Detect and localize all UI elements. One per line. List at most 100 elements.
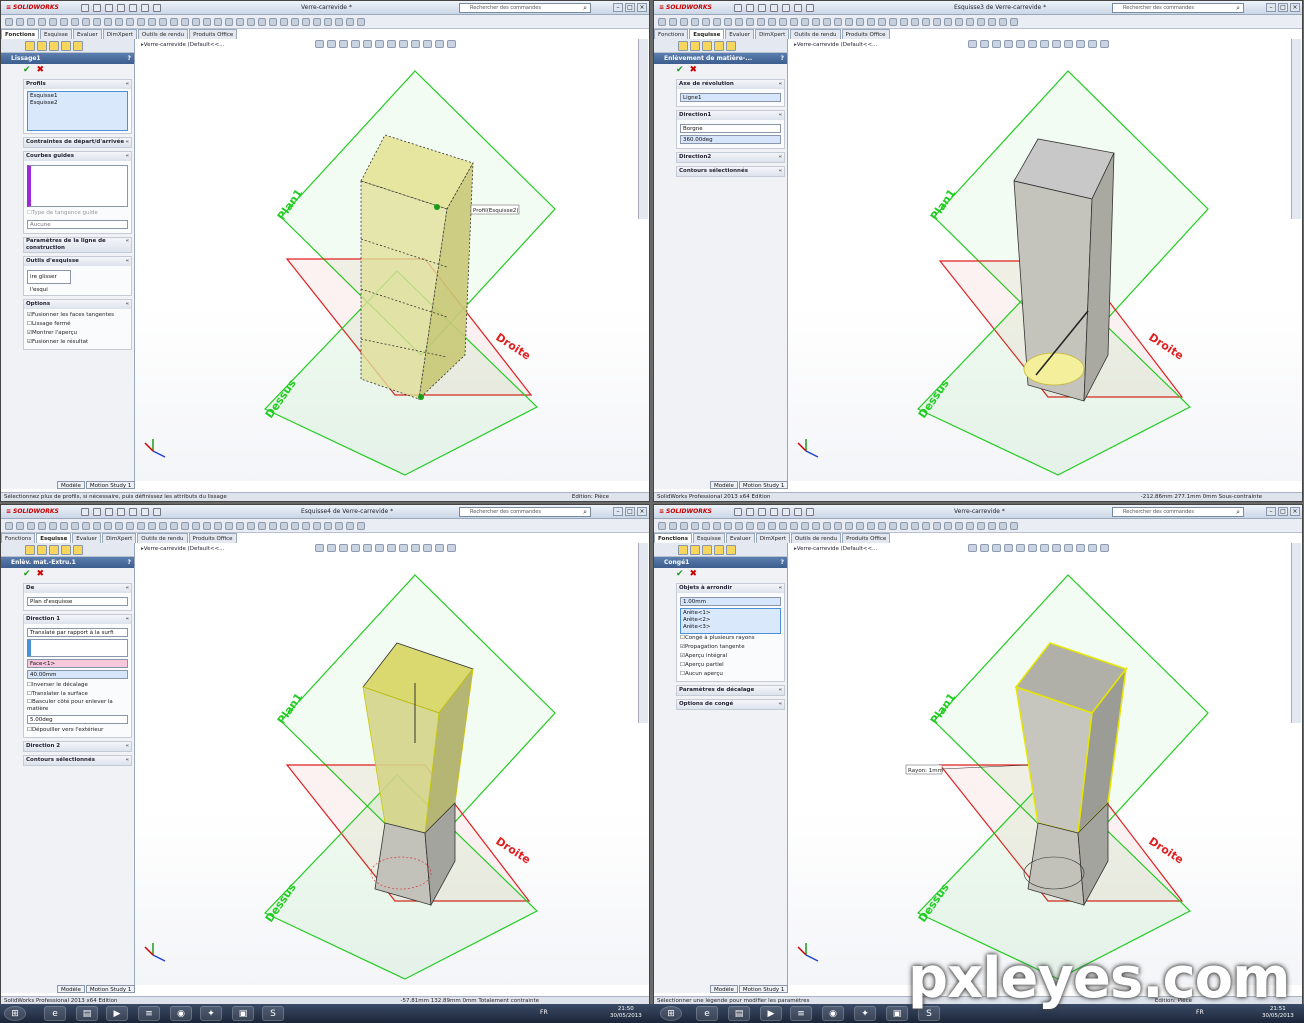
tab-produits-office[interactable]: Produits Office	[188, 533, 237, 543]
cancel-button[interactable]: ✖	[37, 570, 45, 579]
folder-icon[interactable]: ▤	[76, 1006, 98, 1021]
tab-dimxpert[interactable]: DimXpert	[102, 533, 137, 543]
cancel-button[interactable]: ✖	[37, 66, 45, 75]
command-manager[interactable]	[1, 519, 649, 533]
ok-button[interactable]: ✔	[23, 570, 31, 579]
tab-dimxpert[interactable]: DimXpert	[102, 29, 137, 39]
tab-produits-office[interactable]: Produits Office	[842, 533, 891, 543]
app-icon[interactable]: ✦	[854, 1006, 876, 1021]
depth-field[interactable]: 40.00mm	[27, 670, 128, 679]
checkbox-multi-radius[interactable]: Congé à plusieurs rayons	[680, 634, 781, 643]
firefox-icon[interactable]: ◉	[170, 1006, 192, 1021]
start-button[interactable]: ⊞	[4, 1006, 26, 1021]
notepad-icon[interactable]: ≡	[790, 1006, 812, 1021]
radio-apercu-integral[interactable]: Aperçu intégral	[680, 652, 781, 661]
app2-icon[interactable]: ▣	[232, 1006, 254, 1021]
tab-evaluer[interactable]: Evaluer	[725, 533, 755, 543]
notepad-icon[interactable]: ≡	[138, 1006, 160, 1021]
checkbox-depouiller[interactable]: Dépouiller vers l'extérieur	[27, 726, 128, 735]
app2-icon[interactable]: ▣	[886, 1006, 908, 1021]
tab-fonctions[interactable]: Fonctions	[1, 533, 36, 543]
tab-esquisse[interactable]: Esquisse	[689, 29, 725, 39]
ok-button[interactable]: ✔	[676, 66, 684, 75]
cancel-button[interactable]: ✖	[690, 570, 698, 579]
command-manager[interactable]	[654, 519, 1302, 533]
checkbox-apercu[interactable]: Montrer l'aperçu	[27, 329, 128, 338]
window-controls[interactable]: – □ ×	[613, 3, 647, 12]
quick-access-toolbar[interactable]	[734, 4, 894, 12]
end-condition-select[interactable]: Translaté par rapport à la surfi	[27, 628, 128, 637]
tab-fonctions[interactable]: Fonctions	[654, 533, 692, 543]
tab-motion-study[interactable]: Motion Study 1	[738, 985, 789, 993]
feature-manager-tabs[interactable]	[654, 543, 787, 557]
tab-dimxpert[interactable]: DimXpert	[755, 29, 790, 39]
tab-dimxpert[interactable]: DimXpert	[755, 533, 790, 543]
end-condition-select[interactable]: Borgne	[680, 124, 781, 133]
guide-curves-list[interactable]	[27, 165, 128, 207]
task-pane[interactable]	[638, 543, 648, 723]
drag-sketch-button[interactable]: ire glisser l'esqui	[27, 270, 71, 293]
graphics-area[interactable]: Verre-carrevide (Default<<... Plan1 Droi…	[135, 543, 649, 985]
tab-esquisse[interactable]: Esquisse	[692, 533, 725, 543]
tab-evaluer[interactable]: Evaluer	[72, 29, 102, 39]
app-icon[interactable]: ✦	[200, 1006, 222, 1021]
firefox-icon[interactable]: ◉	[822, 1006, 844, 1021]
graphics-area[interactable]: Verre-carrevide (Default<<... Plan1 Droi…	[788, 39, 1302, 481]
tab-outils-rendu[interactable]: Outils de rendu	[137, 533, 188, 543]
checkbox-basculer[interactable]: Basculer côté pour enlever la matière	[27, 699, 128, 713]
tab-modele[interactable]: Modèle	[57, 985, 85, 993]
face-field[interactable]: Face<1>	[27, 659, 128, 668]
draft-angle-field[interactable]: 5.00deg	[27, 715, 128, 724]
cancel-button[interactable]: ✖	[690, 66, 698, 75]
tab-fonctions[interactable]: Fonctions	[1, 29, 39, 39]
search-input[interactable]: Rechercher des commandes	[459, 3, 591, 13]
search-input[interactable]: Rechercher des commandes	[459, 507, 591, 517]
tab-produits-office[interactable]: Produits Office	[189, 29, 238, 39]
axis-field[interactable]: Ligne1	[680, 93, 781, 102]
checkbox-lissage-ferme[interactable]: Lissage fermé	[27, 320, 128, 329]
radio-apercu-partiel[interactable]: Aperçu partiel	[680, 661, 781, 670]
folder-icon[interactable]: ▤	[728, 1006, 750, 1021]
edges-list[interactable]: Arête<1> Arête<2> Arête<3>	[680, 608, 781, 634]
checkbox-propagation[interactable]: Propagation tangente	[680, 643, 781, 652]
checkbox-fusion-resultat[interactable]: Fusionner le résultat	[27, 338, 128, 347]
tangency-select[interactable]: Aucune	[27, 220, 128, 229]
ok-button[interactable]: ✔	[23, 66, 31, 75]
quick-access-toolbar[interactable]	[734, 508, 894, 516]
tab-evaluer[interactable]: Evaluer	[725, 29, 755, 39]
feature-manager-tabs[interactable]	[1, 39, 134, 53]
checkbox-translater[interactable]: Translater la surface	[27, 690, 128, 699]
radius-field[interactable]: 1.00mm	[680, 597, 781, 606]
tab-evaluer[interactable]: Evaluer	[72, 533, 102, 543]
angle-field[interactable]: 360.00deg	[680, 135, 781, 144]
tab-motion-study[interactable]: Motion Study 1	[738, 481, 789, 489]
task-pane[interactable]	[1291, 39, 1301, 219]
tab-esquisse[interactable]: Esquisse	[36, 533, 72, 543]
command-manager[interactable]	[654, 15, 1302, 29]
language-indicator[interactable]: FR	[540, 1009, 548, 1016]
tab-fonctions[interactable]: Fonctions	[654, 29, 689, 39]
radio-aucun-apercu[interactable]: Aucun aperçu	[680, 670, 781, 679]
search-input[interactable]: Rechercher des commandes	[1112, 507, 1244, 517]
graphics-area[interactable]: Verre-carrevide (Default<<... Plan1 Droi…	[135, 39, 649, 481]
clock[interactable]: 21:50 30/05/2013	[610, 1006, 642, 1020]
task-pane[interactable]	[1291, 543, 1301, 723]
quick-access-toolbar[interactable]	[81, 508, 241, 516]
ok-button[interactable]: ✔	[676, 570, 684, 579]
start-button[interactable]: ⊞	[660, 1006, 682, 1021]
checkbox-inverser[interactable]: Inverser le décalage	[27, 681, 128, 690]
media-icon[interactable]: ▶	[760, 1006, 782, 1021]
quick-access-toolbar[interactable]	[81, 4, 241, 12]
tab-outils-rendu[interactable]: Outils de rendu	[137, 29, 189, 39]
tab-motion-study[interactable]: Motion Study 1	[85, 481, 136, 489]
window-controls[interactable]: – □ ×	[1266, 507, 1300, 516]
search-input[interactable]: Rechercher des commandes	[1112, 3, 1244, 13]
feature-manager-tabs[interactable]	[1, 543, 134, 557]
feature-manager-tabs[interactable]	[654, 39, 787, 53]
command-manager[interactable]	[1, 15, 649, 29]
tab-modele[interactable]: Modèle	[710, 985, 738, 993]
ie-icon[interactable]: e	[696, 1006, 718, 1021]
tab-outils-rendu[interactable]: Outils de rendu	[790, 29, 841, 39]
tab-motion-study[interactable]: Motion Study 1	[85, 985, 136, 993]
from-select[interactable]: Plan d'esquisse	[27, 597, 128, 606]
